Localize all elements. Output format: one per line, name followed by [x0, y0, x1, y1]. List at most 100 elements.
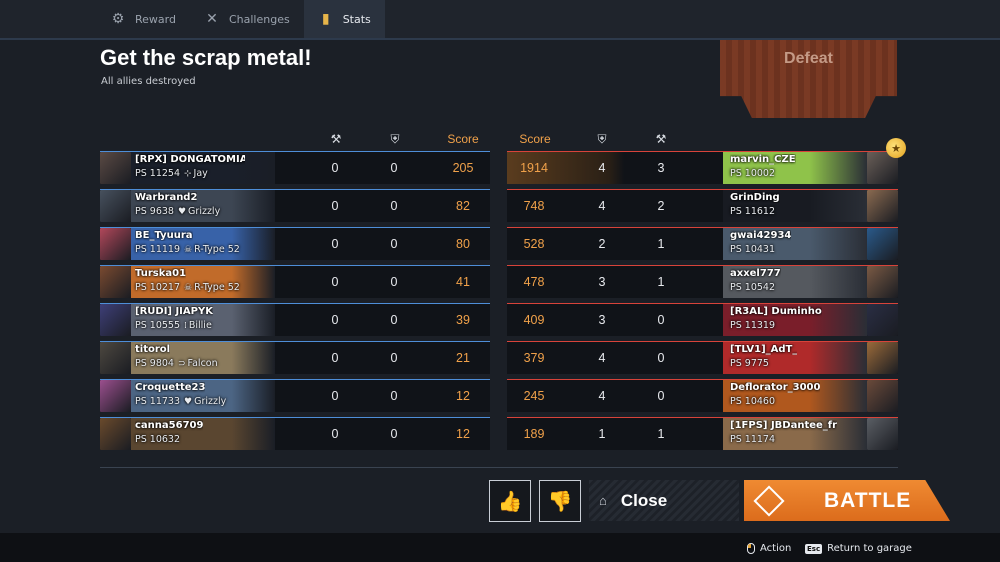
score-value: 189	[523, 427, 545, 441]
power-score: PS 10431	[730, 244, 775, 255]
kills-value: 0	[331, 161, 339, 175]
assists-value: 3	[598, 275, 606, 289]
kills-value: 0	[657, 389, 665, 403]
enemy-row[interactable]: axxel777 PS 10542 478 3 1	[507, 265, 898, 298]
player-info: PS 10217 ☠ R-Type 52	[135, 282, 240, 293]
assists-value: 0	[390, 427, 398, 441]
player-name: GrinDing	[730, 192, 780, 203]
kills-value: 0	[331, 313, 339, 327]
enemy-row[interactable]: [1FPS] JBDantee_fr PS 11174 189 1 1	[507, 417, 898, 450]
player-name: [1FPS] JBDantee_fr	[730, 420, 838, 431]
assists-value: 0	[390, 199, 398, 213]
assists-value: 4	[598, 161, 606, 175]
enemy-row[interactable]: marvin_CZE PS 10002 1914 4 3	[507, 151, 898, 184]
kills-value: 0	[331, 351, 339, 365]
player-name: Turska01	[135, 268, 187, 279]
avatar	[100, 342, 131, 374]
kills-value: 0	[331, 275, 339, 289]
ally-row[interactable]: [RUDI] JIAPYK PS 10555 ⁞ Billie 0 0 39	[100, 303, 490, 336]
assists-value: 0	[390, 161, 398, 175]
player-info: PS 9804 ⊃ Falcon	[135, 358, 218, 369]
ally-row[interactable]: BE_Tyuura PS 11119 ☠ R-Type 52 0 0 80	[100, 227, 490, 260]
mouse-icon	[747, 543, 755, 554]
mission-subtitle: All allies destroyed	[101, 76, 196, 87]
assists-value: 0	[390, 389, 398, 403]
divider	[100, 467, 898, 468]
assists-value: 4	[598, 199, 606, 213]
player-info: PS 11254 ⊹ Jay	[135, 168, 208, 179]
power-score: PS 11119	[135, 244, 180, 255]
close-button[interactable]: ⌂ Close	[589, 480, 739, 521]
power-score: PS 11174	[730, 434, 775, 445]
power-score: PS 11254	[135, 168, 180, 179]
thumbs-up-icon: 👍	[497, 489, 523, 513]
tab-reward[interactable]: ⚙ Reward	[96, 0, 190, 38]
power-score: PS 9804	[135, 358, 174, 369]
battle-button[interactable]: BATTLE	[744, 480, 950, 521]
assists-value: 0	[390, 237, 398, 251]
garage-icon: ⌂	[599, 493, 607, 508]
score-value: 748	[523, 199, 545, 213]
thumbs-up-button[interactable]: 👍	[489, 480, 531, 522]
player-name: [RPX] DONGATOMIA	[135, 154, 245, 165]
player-info: PS 10431	[730, 244, 775, 255]
kills-value: 0	[331, 199, 339, 213]
ally-shield-icon: ⛨	[390, 132, 400, 146]
power-score: PS 11319	[730, 320, 775, 331]
kills-value: 1	[657, 427, 665, 441]
player-name: [RUDI] JIAPYK	[135, 306, 213, 317]
score-value: 205	[452, 161, 474, 175]
score-value: 82	[456, 199, 470, 213]
heart-icon: ♥	[177, 207, 187, 217]
enemy-row[interactable]: GrinDing PS 11612 748 4 2	[507, 189, 898, 222]
score-value: 21	[456, 351, 470, 365]
enemy-row[interactable]: Deflorator_3000 PS 10460 245 4 0	[507, 379, 898, 412]
ally-row[interactable]: canna56709 PS 10632 0 0 12	[100, 417, 490, 450]
avatar	[867, 418, 898, 450]
power-score: PS 10002	[730, 168, 775, 179]
kills-value: 2	[657, 199, 665, 213]
kills-value: 0	[657, 313, 665, 327]
player-info: PS 10002	[730, 168, 775, 179]
score-value: 478	[523, 275, 545, 289]
tab-stats-label: Stats	[342, 12, 371, 26]
action-hint[interactable]: Action	[747, 543, 791, 554]
heart-icon: ♥	[184, 397, 193, 407]
enemy-row[interactable]: gwai42934 PS 10431 528 2 1	[507, 227, 898, 260]
avatar	[100, 418, 131, 450]
player-info: PS 10542	[730, 282, 775, 293]
kills-value: 3	[657, 161, 665, 175]
tab-stats[interactable]: ▮ Stats	[303, 0, 385, 38]
power-score: PS 10555	[135, 320, 180, 331]
power-score: PS 9638	[135, 206, 174, 217]
tab-reward-label: Reward	[135, 12, 176, 26]
robot-name: Grizzly	[194, 396, 227, 407]
thumbs-down-button[interactable]: 👎	[539, 480, 581, 522]
return-to-garage-hint[interactable]: Esc Return to garage	[805, 543, 912, 554]
battle-button-label: BATTLE	[824, 488, 912, 512]
player-name: Warbrand2	[135, 192, 198, 203]
enemy-row[interactable]: [TLV1]_AdT_ PS 9775 379 4 0	[507, 341, 898, 374]
close-button-label: Close	[620, 490, 668, 510]
ally-row[interactable]: [RPX] DONGATOMIA PS 11254 ⊹ Jay 0 0 205	[100, 151, 490, 184]
assists-value: 2	[598, 237, 606, 251]
ally-row[interactable]: titorol PS 9804 ⊃ Falcon 0 0 21	[100, 341, 490, 374]
avatar	[867, 228, 898, 260]
robot-name: Falcon	[187, 358, 218, 369]
ally-row[interactable]: Croquette23 PS 11733 ♥ Grizzly 0 0 12	[100, 379, 490, 412]
assists-value: 0	[390, 313, 398, 327]
bars-icon: ⁞	[184, 321, 187, 331]
action-hint-label: Action	[760, 543, 792, 554]
enemy-row[interactable]: [R3AL] Duminho PS 11319 409 3 0	[507, 303, 898, 336]
score-value: 528	[523, 237, 545, 251]
kills-value: 0	[331, 427, 339, 441]
score-value: 12	[456, 389, 470, 403]
result-label: Defeat	[784, 50, 833, 67]
score-value: 245	[523, 389, 545, 403]
player-info: PS 10632	[135, 434, 180, 445]
ally-row[interactable]: Warbrand2 PS 9638 ♥ Grizzly 0 0 82	[100, 189, 490, 222]
kills-value: 1	[657, 275, 665, 289]
tab-challenges[interactable]: ✕ Challenges	[190, 0, 304, 38]
ally-row[interactable]: Turska01 PS 10217 ☠ R-Type 52 0 0 41	[100, 265, 490, 298]
score-value: 12	[456, 427, 470, 441]
